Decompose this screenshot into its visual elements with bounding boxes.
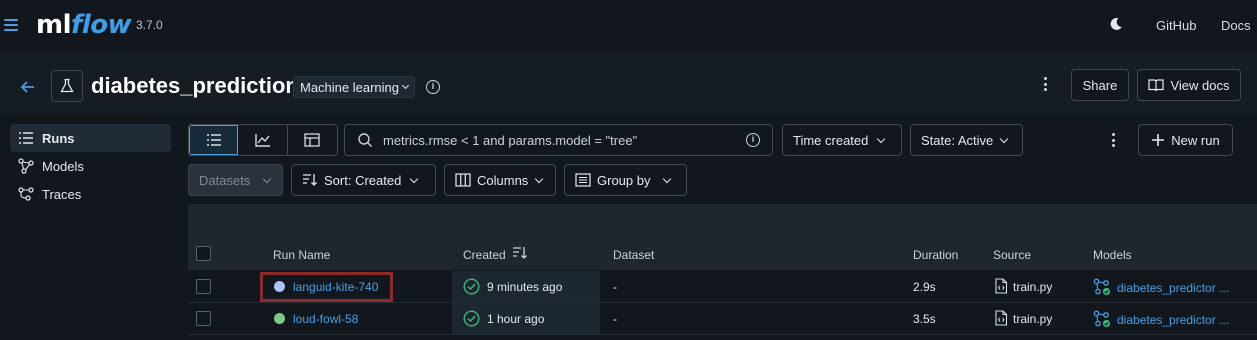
chevron-down-icon bbox=[410, 174, 419, 183]
column-header-run-name[interactable]: Run Name bbox=[273, 248, 330, 262]
model-link[interactable]: diabetes_predictor ... bbox=[1117, 313, 1229, 327]
grid-icon bbox=[304, 133, 320, 147]
run-color-dot[interactable] bbox=[274, 313, 285, 324]
created-value: 1 hour ago bbox=[487, 312, 545, 326]
menu-icon[interactable] bbox=[4, 14, 20, 36]
datasets-dropdown[interactable]: Datasets bbox=[188, 164, 283, 196]
chevron-down-icon bbox=[1000, 134, 1009, 143]
sidebar-item-traces[interactable]: Traces bbox=[10, 180, 171, 208]
version-label: 3.7.0 bbox=[136, 18, 163, 32]
code-file-icon bbox=[995, 278, 1008, 294]
group-by-dropdown[interactable]: Group by bbox=[564, 164, 687, 196]
run-name-link[interactable]: loud-fowl-58 bbox=[293, 312, 358, 326]
share-button[interactable]: Share bbox=[1071, 69, 1129, 101]
created-value: 9 minutes ago bbox=[487, 280, 563, 294]
sidebar-item-runs[interactable]: Runs bbox=[10, 124, 171, 152]
model-link[interactable]: diabetes_predictor ... bbox=[1117, 281, 1229, 295]
columns-dropdown[interactable]: Columns bbox=[444, 164, 556, 196]
info-icon[interactable]: i bbox=[426, 80, 440, 94]
github-link[interactable]: GitHub bbox=[1156, 18, 1196, 33]
beaker-icon bbox=[60, 78, 74, 93]
book-icon bbox=[1148, 79, 1165, 92]
select-all-checkbox[interactable] bbox=[196, 246, 211, 261]
moon-icon[interactable] bbox=[1109, 17, 1123, 31]
traces-icon bbox=[18, 187, 34, 201]
code-file-icon bbox=[995, 310, 1008, 326]
columns-icon bbox=[455, 173, 471, 187]
list-icon bbox=[19, 132, 33, 144]
experiment-type-select[interactable]: Machine learning bbox=[293, 76, 416, 98]
selection-highlight bbox=[260, 272, 393, 302]
chevron-down-icon bbox=[877, 134, 886, 143]
models-icon bbox=[18, 158, 34, 174]
column-header-dataset[interactable]: Dataset bbox=[613, 248, 654, 262]
artifact-view-button[interactable] bbox=[288, 125, 337, 155]
view-mode-toggle bbox=[188, 124, 338, 156]
list-view-icon bbox=[206, 134, 221, 146]
docs-link[interactable]: Docs bbox=[1221, 18, 1251, 33]
dataset-value: - bbox=[613, 280, 617, 294]
chevron-down-icon bbox=[535, 174, 544, 183]
chevron-down-icon bbox=[663, 174, 672, 183]
success-check-icon bbox=[463, 310, 480, 327]
back-arrow-icon[interactable] bbox=[18, 77, 38, 97]
sort-icon bbox=[303, 174, 317, 186]
registered-model-icon bbox=[1093, 278, 1111, 296]
top-bar bbox=[0, 0, 1257, 52]
runs-more-options-icon[interactable] bbox=[1112, 133, 1115, 147]
sort-desc-icon[interactable] bbox=[512, 246, 528, 260]
page-title: diabetes_prediction bbox=[91, 73, 299, 98]
table-view-button[interactable] bbox=[189, 125, 239, 155]
chart-view-button[interactable] bbox=[238, 125, 288, 155]
chevron-down-icon bbox=[263, 174, 272, 183]
column-header-source[interactable]: Source bbox=[993, 248, 1031, 262]
search-icon bbox=[358, 133, 372, 147]
column-header-models[interactable]: Models bbox=[1093, 248, 1132, 262]
source-link[interactable]: train.py bbox=[1013, 312, 1052, 326]
sort-dropdown[interactable]: Sort: Created bbox=[291, 164, 436, 196]
experiment-type-label: Machine learning bbox=[300, 79, 400, 95]
duration-value: 3.5s bbox=[913, 312, 936, 326]
time-created-dropdown[interactable]: Time created bbox=[782, 124, 902, 156]
dataset-value: - bbox=[613, 312, 617, 326]
registered-model-icon bbox=[1093, 310, 1111, 328]
state-dropdown[interactable]: State: Active bbox=[910, 124, 1023, 156]
chart-icon bbox=[254, 134, 270, 147]
search-query: metrics.rmse < 1 and params.model = "tre… bbox=[383, 132, 638, 148]
group-icon bbox=[575, 173, 591, 187]
mlflow-logo[interactable]: mlflow bbox=[36, 10, 132, 40]
run-search-input[interactable]: metrics.rmse < 1 and params.model = "tre… bbox=[344, 124, 773, 156]
more-options-icon[interactable] bbox=[1044, 77, 1047, 91]
view-docs-button[interactable]: View docs bbox=[1137, 69, 1241, 101]
sidebar-item-models[interactable]: Models bbox=[10, 152, 171, 180]
column-header-duration[interactable]: Duration bbox=[913, 248, 958, 262]
search-info-icon[interactable]: i bbox=[746, 133, 760, 147]
row-checkbox[interactable] bbox=[196, 311, 211, 326]
plus-icon bbox=[1152, 134, 1165, 146]
column-header-created[interactable]: Created bbox=[463, 248, 506, 262]
source-link[interactable]: train.py bbox=[1013, 280, 1052, 294]
new-run-button[interactable]: New run bbox=[1138, 124, 1233, 156]
chevron-down-icon bbox=[401, 81, 410, 90]
success-check-icon bbox=[463, 278, 480, 295]
experiment-icon bbox=[51, 70, 83, 102]
row-checkbox[interactable] bbox=[196, 279, 211, 294]
duration-value: 2.9s bbox=[913, 280, 936, 294]
